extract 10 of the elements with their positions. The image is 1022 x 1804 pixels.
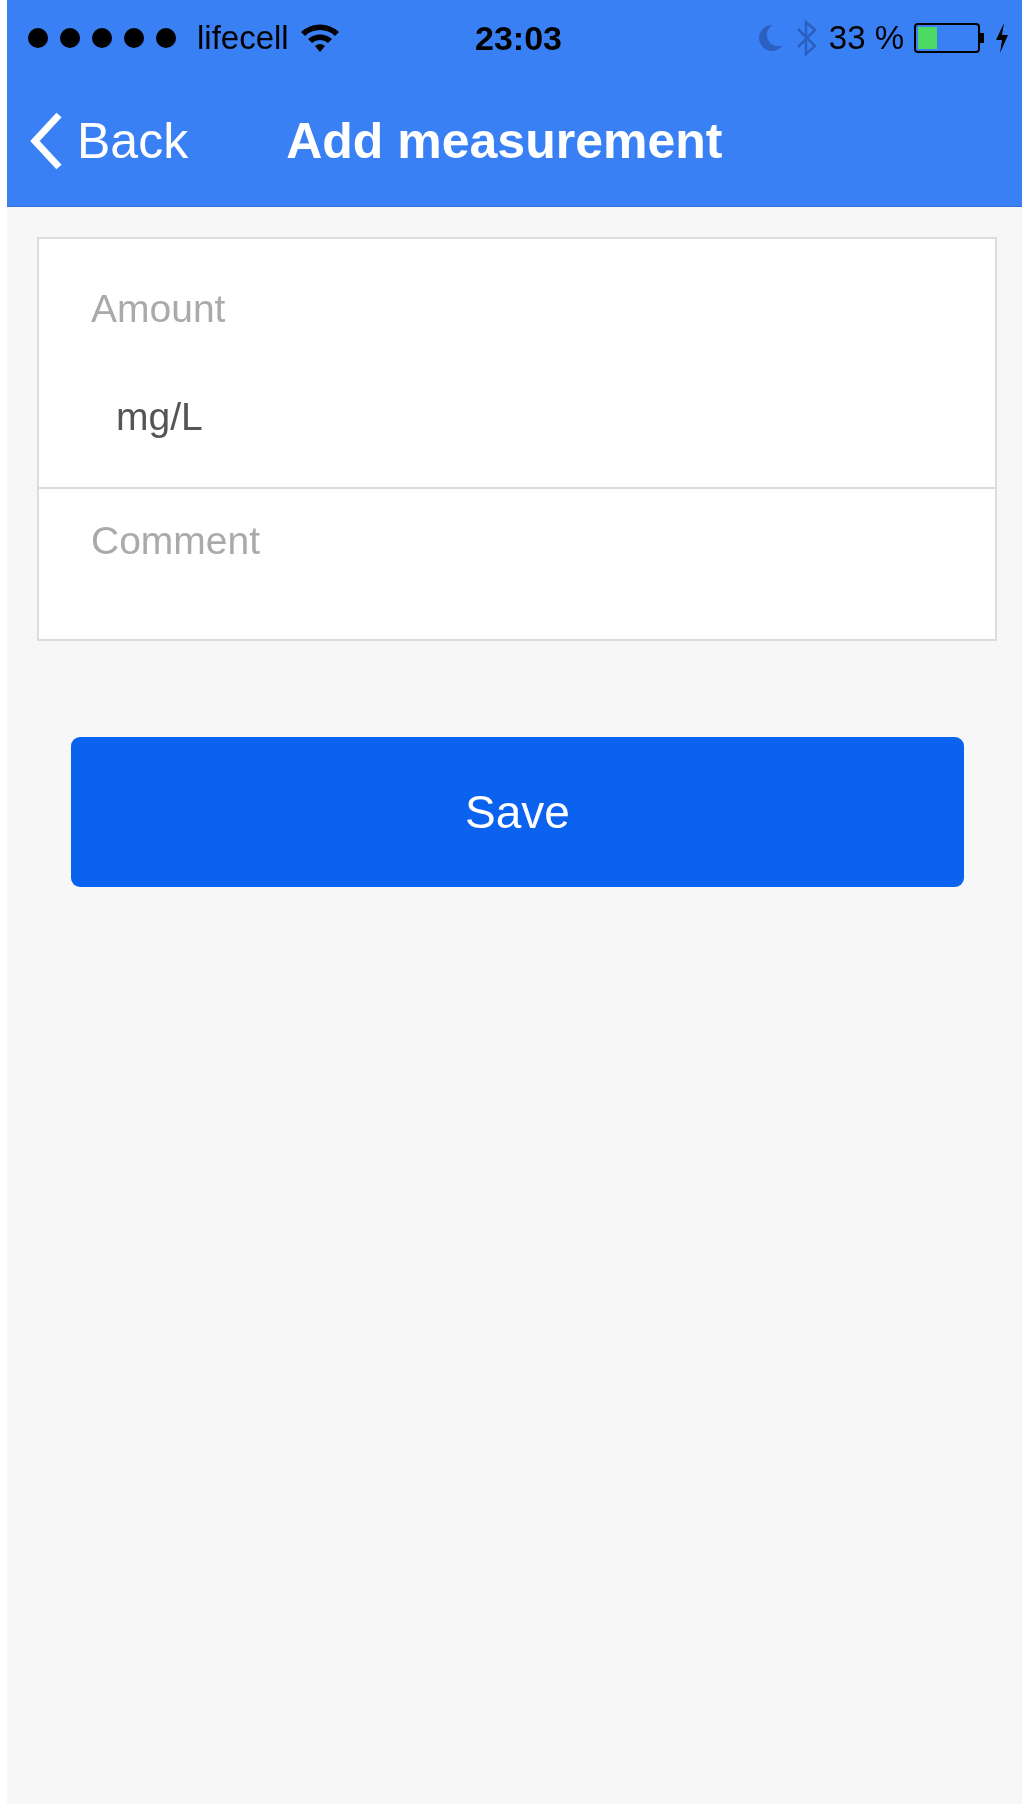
page-title: Add measurement: [286, 112, 723, 170]
input-field[interactable]: mg/L: [91, 393, 716, 441]
carrier-name: lifecell: [197, 19, 289, 57]
chevron-left-icon: [29, 112, 63, 170]
back-button[interactable]: Back: [29, 112, 189, 170]
field-label: Comment: [91, 519, 262, 563]
clock-time: 23:03: [475, 18, 562, 58]
save-button[interactable]: Save: [71, 737, 964, 887]
field-label: Amount: [91, 287, 227, 331]
battery-percentage: 33 %: [828, 19, 904, 57]
